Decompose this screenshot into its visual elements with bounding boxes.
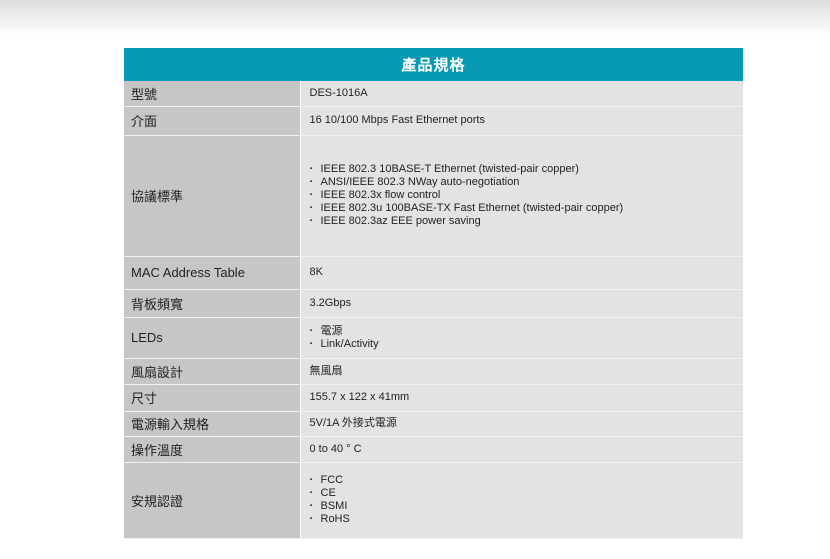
list-item: IEEE 802.3 10BASE-T Ethernet (twisted-pa…: [310, 163, 744, 176]
row-value: 0 to 40 ° C: [300, 436, 744, 463]
table-row-standards: 協議標準 IEEE 802.3 10BASE-T Ethernet (twist…: [124, 135, 744, 257]
table-row-interface: 介面 16 10/100 Mbps Fast Ethernet ports: [124, 106, 744, 136]
row-label: 風扇設計: [124, 358, 301, 385]
row-label: 協議標準: [124, 135, 301, 257]
spec-table: 產品規格 型號 DES-1016A 介面 16 10/100 Mbps Fast…: [124, 48, 744, 539]
row-value: 電源 Link/Activity: [300, 317, 744, 359]
row-value: 5V/1A 外接式電源: [300, 411, 744, 437]
row-label: 電源輸入規格: [124, 411, 301, 437]
list-item: 電源: [310, 325, 744, 338]
row-label: 介面: [124, 106, 301, 136]
row-label: LEDs: [124, 317, 301, 359]
row-value: 3.2Gbps: [300, 289, 744, 318]
row-value: 無風扇: [300, 358, 744, 385]
top-banner-strip: [0, 0, 830, 36]
standards-list: IEEE 802.3 10BASE-T Ethernet (twisted-pa…: [310, 163, 744, 228]
table-row-power: 電源輸入規格 5V/1A 外接式電源: [124, 411, 744, 437]
list-item: Link/Activity: [310, 338, 744, 351]
row-label: 操作溫度: [124, 436, 301, 463]
row-value: 8K: [300, 256, 744, 290]
list-item: RoHS: [310, 513, 744, 526]
table-row-certification: 安規認證 FCC CE BSMI RoHS: [124, 462, 744, 539]
row-label: 背板頻寬: [124, 289, 301, 318]
list-item: IEEE 802.3u 100BASE-TX Fast Ethernet (tw…: [310, 202, 744, 215]
table-header-row: 產品規格: [124, 48, 744, 81]
table-title: 產品規格: [124, 48, 744, 81]
table-row-leds: LEDs 電源 Link/Activity: [124, 317, 744, 359]
row-label: 型號: [124, 81, 301, 107]
list-item: BSMI: [310, 500, 744, 513]
list-item: IEEE 802.3x flow control: [310, 189, 744, 202]
table-row-dimensions: 尺寸 155.7 x 122 x 41mm: [124, 384, 744, 412]
list-item: CE: [310, 487, 744, 500]
row-value: DES-1016A: [300, 81, 744, 107]
row-label: 尺寸: [124, 384, 301, 412]
list-item: ANSI/IEEE 802.3 NWay auto-negotiation: [310, 176, 744, 189]
leds-list: 電源 Link/Activity: [310, 325, 744, 351]
row-label: MAC Address Table: [124, 256, 301, 290]
list-item: IEEE 802.3az EEE power saving: [310, 215, 744, 228]
table-row-model: 型號 DES-1016A: [124, 81, 744, 107]
table-row-backplane: 背板頻寬 3.2Gbps: [124, 289, 744, 318]
table-row-fan: 風扇設計 無風扇: [124, 358, 744, 385]
row-value: 155.7 x 122 x 41mm: [300, 384, 744, 412]
certification-list: FCC CE BSMI RoHS: [310, 474, 744, 526]
row-value: IEEE 802.3 10BASE-T Ethernet (twisted-pa…: [300, 135, 744, 257]
table-row-temperature: 操作溫度 0 to 40 ° C: [124, 436, 744, 463]
list-item: FCC: [310, 474, 744, 487]
row-value: 16 10/100 Mbps Fast Ethernet ports: [300, 106, 744, 136]
row-value: FCC CE BSMI RoHS: [300, 462, 744, 539]
row-label: 安規認證: [124, 462, 301, 539]
table-row-mac: MAC Address Table 8K: [124, 256, 744, 290]
